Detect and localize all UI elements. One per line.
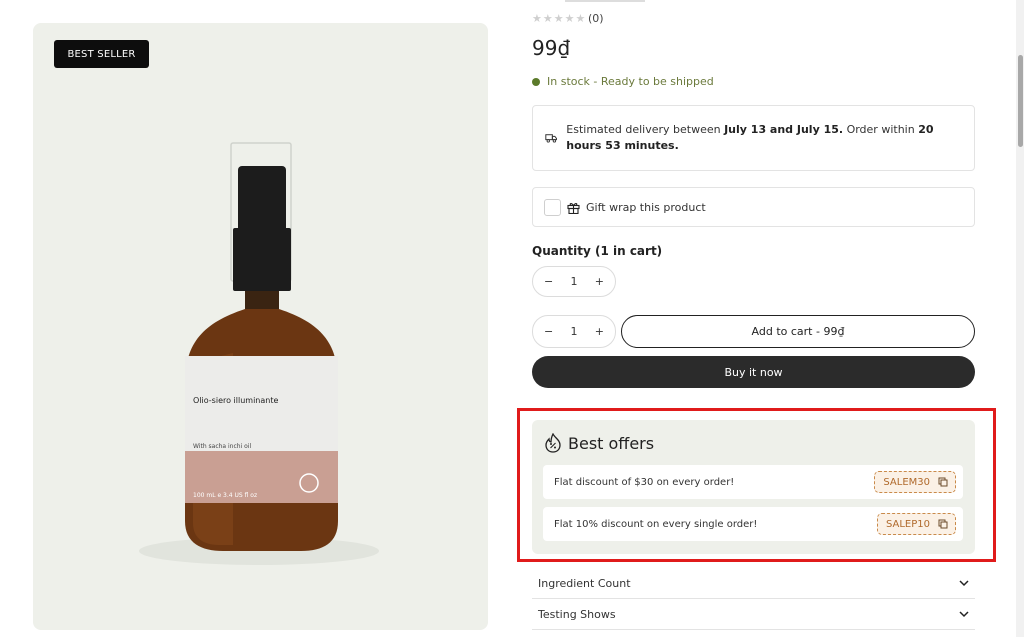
delivery-estimate: Estimated delivery between July 13 and J… — [532, 105, 975, 171]
top-divider — [565, 0, 645, 2]
cart-quantity-decrease-button[interactable]: − — [544, 325, 553, 338]
bottle-label-footer: 100 mL e 3.4 US fl oz — [193, 492, 258, 499]
gift-wrap-label: Gift wrap this product — [586, 200, 706, 214]
stock-dot-icon — [532, 77, 540, 86]
bottle-label-subtitle: With sacha inchi oil — [193, 443, 252, 450]
quantity-value[interactable]: 1 — [571, 275, 578, 288]
cart-quantity-stepper[interactable]: − 1 + — [532, 315, 616, 348]
accordion-testing-shows[interactable]: Testing Shows — [532, 599, 975, 630]
delivery-text: Estimated delivery between July 13 and J… — [566, 123, 934, 152]
accordion-label[interactable]: Ingredient Count — [538, 577, 631, 590]
chevron-down-icon[interactable] — [959, 610, 969, 618]
accordion-label[interactable]: Testing Shows — [538, 608, 616, 621]
rating-stars[interactable]: ★★★★★ — [532, 12, 586, 25]
best-offers-highlight-box — [517, 408, 996, 562]
cart-quantity-value[interactable]: 1 — [571, 325, 578, 338]
cart-quantity-increase-button[interactable]: + — [595, 325, 604, 338]
add-to-cart-button[interactable]: Add to cart - 99₫ — [621, 315, 975, 348]
chevron-down-icon[interactable] — [959, 579, 969, 587]
accordion-ingredient-count[interactable]: Ingredient Count — [532, 568, 975, 599]
scrollbar-thumb[interactable] — [1018, 55, 1023, 147]
bottle-label-title: Olio-siero illuminante — [193, 396, 279, 405]
product-image[interactable] — [33, 23, 488, 630]
quantity-stepper[interactable]: − 1 + — [532, 266, 616, 297]
stock-text: In stock - Ready to be shipped — [547, 75, 714, 88]
quantity-label: Quantity (1 in cart) — [532, 244, 663, 258]
product-price: 99₫ — [532, 36, 571, 60]
page-scrollbar[interactable] — [1016, 0, 1024, 637]
gift-wrap-option[interactable]: Gift wrap this product — [532, 187, 975, 227]
gift-icon — [567, 202, 580, 214]
stock-status: In stock - Ready to be shipped — [532, 75, 714, 88]
quantity-increase-button[interactable]: + — [595, 275, 604, 288]
buy-it-now-button[interactable]: Buy it now — [532, 356, 975, 388]
best-seller-badge: BEST SELLER — [54, 40, 149, 68]
gift-wrap-checkbox[interactable] — [544, 198, 561, 216]
review-count[interactable]: (0) — [588, 12, 604, 25]
truck-icon — [545, 134, 557, 143]
quantity-decrease-button[interactable]: − — [544, 275, 553, 288]
